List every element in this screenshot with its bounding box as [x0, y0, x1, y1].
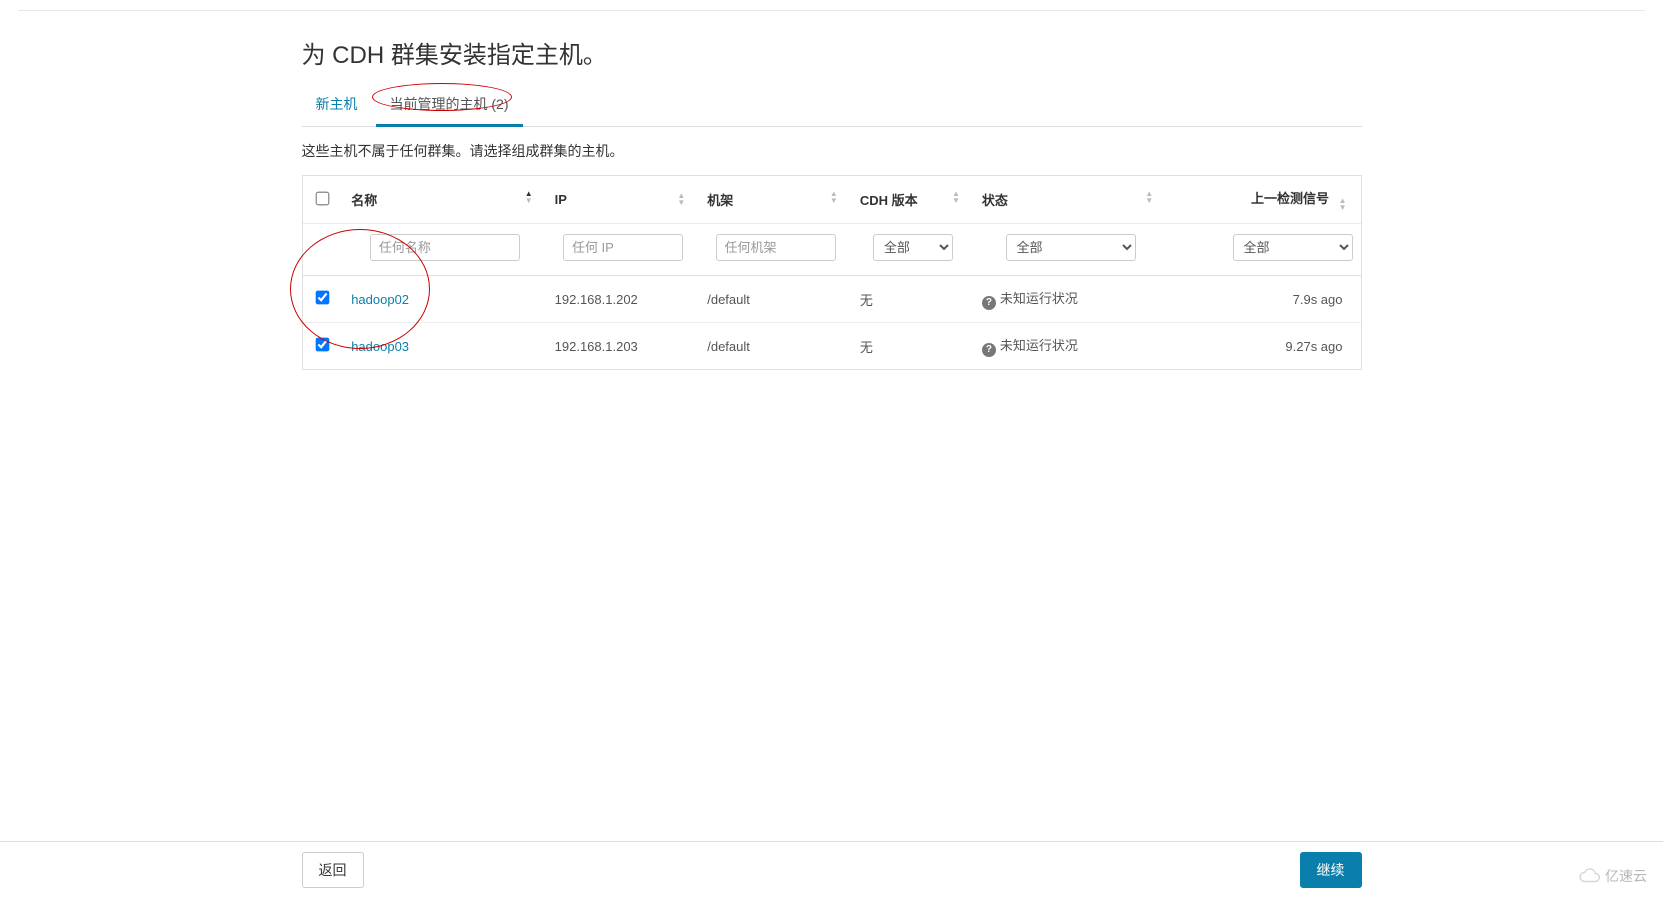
- hostname-link[interactable]: hadoop02: [351, 292, 409, 307]
- row-checkbox[interactable]: [316, 338, 330, 352]
- table-row: hadoop03 192.168.1.203/default无?未知运行状况9.2…: [303, 323, 1361, 370]
- filter-signal-select[interactable]: 全部: [1233, 234, 1353, 261]
- column-header-cdh-label: CDH 版本: [860, 193, 918, 208]
- sort-icon: ▲▼: [677, 192, 685, 206]
- column-header-status-label: 状态: [982, 193, 1008, 208]
- filter-status-select[interactable]: 全部: [1006, 234, 1136, 261]
- row-ip: 192.168.1.203: [547, 323, 700, 370]
- column-header-rack[interactable]: 机架 ▲▼: [699, 176, 852, 224]
- column-header-name[interactable]: 名称 ▲▼: [343, 176, 546, 224]
- footer-bar: 返回 继续: [0, 841, 1663, 898]
- select-all-checkbox[interactable]: [316, 191, 330, 205]
- column-header-name-label: 名称: [351, 193, 377, 208]
- filter-name-input[interactable]: [370, 234, 520, 261]
- column-header-ip[interactable]: IP ▲▼: [547, 176, 700, 224]
- tab-new-hosts[interactable]: 新主机: [302, 86, 372, 127]
- question-icon: ?: [982, 296, 996, 310]
- tabs: 新主机 当前管理的主机 (2): [302, 86, 1362, 127]
- question-icon: ?: [982, 343, 996, 357]
- row-checkbox[interactable]: [316, 291, 330, 305]
- row-rack: /default: [699, 276, 852, 323]
- back-button[interactable]: 返回: [302, 852, 364, 888]
- sort-icon: ▲▼: [525, 190, 533, 204]
- row-cdh-version: 无: [852, 323, 974, 370]
- column-header-last-signal[interactable]: 上一检测信号 ▲▼: [1167, 176, 1360, 224]
- column-header-last-signal-label: 上一检测信号: [1251, 191, 1329, 206]
- column-header-ip-label: IP: [555, 192, 567, 207]
- sort-icon: ▲▼: [1339, 197, 1347, 211]
- filter-cdh-select[interactable]: 全部: [873, 234, 953, 261]
- filter-rack-input[interactable]: [716, 234, 836, 261]
- sort-icon: ▲▼: [830, 190, 838, 204]
- hosts-table: 名称 ▲▼ IP ▲▼ 机架 ▲▼ CDH 版本 ▲▼: [302, 175, 1362, 370]
- row-rack: /default: [699, 323, 852, 370]
- row-last-signal: 9.27s ago: [1167, 323, 1360, 370]
- column-header-cdh-version[interactable]: CDH 版本 ▲▼: [852, 176, 974, 224]
- hostname-link[interactable]: hadoop03: [351, 339, 409, 354]
- column-header-status[interactable]: 状态 ▲▼: [974, 176, 1167, 224]
- filter-ip-input[interactable]: [563, 234, 683, 261]
- sort-icon: ▲▼: [952, 190, 960, 204]
- page-title: 为 CDH 群集安装指定主机。: [302, 35, 1362, 70]
- table-row: hadoop02 192.168.1.202/default无?未知运行状况7.9…: [303, 276, 1361, 323]
- continue-button[interactable]: 继续: [1300, 852, 1362, 888]
- page-subtitle: 这些主机不属于任何群集。请选择组成群集的主机。: [302, 141, 1362, 161]
- tab-managed-hosts[interactable]: 当前管理的主机 (2): [376, 86, 523, 127]
- sort-icon: ▲▼: [1145, 190, 1153, 204]
- column-header-rack-label: 机架: [707, 193, 733, 208]
- row-cdh-version: 无: [852, 276, 974, 323]
- row-ip: 192.168.1.202: [547, 276, 700, 323]
- row-status: ?未知运行状况: [974, 323, 1167, 370]
- row-last-signal: 7.9s ago: [1167, 276, 1360, 323]
- row-status: ?未知运行状况: [974, 276, 1167, 323]
